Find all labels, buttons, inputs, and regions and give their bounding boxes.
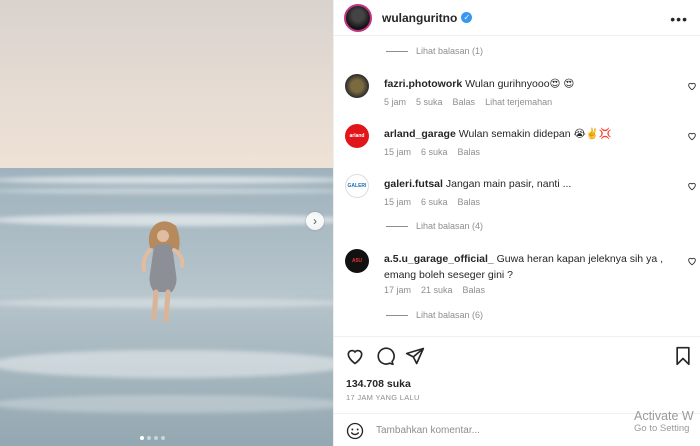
comment-username[interactable]: a.5.u_garage_official_ xyxy=(384,253,494,265)
carousel-dot xyxy=(140,436,144,440)
post-actions xyxy=(345,346,695,366)
avatar[interactable] xyxy=(344,3,372,32)
bookmark-icon[interactable] xyxy=(673,346,693,366)
carousel-dot xyxy=(161,436,165,440)
comment-username[interactable]: fazri.photowork xyxy=(384,78,462,90)
comment-text: fazri.photowork Wulan gurihnyooo😍 😍 xyxy=(384,76,664,92)
comment-meta: 15 jam 6 suka Balas xyxy=(384,147,480,157)
carousel-dot xyxy=(154,436,158,440)
comment-meta: 15 jam 6 suka Balas xyxy=(384,197,480,207)
comment-username[interactable]: galeri.futsal xyxy=(384,178,443,190)
comment-body: Wulan semakin didepan 😭✌️💢 xyxy=(458,128,612,140)
watermark-subtitle: Go to Setting xyxy=(634,422,690,434)
next-photo-button[interactable]: › xyxy=(306,212,324,230)
comment-time: 15 jam xyxy=(384,197,412,207)
comment-body: Wulan gurihnyooo😍 😍 xyxy=(465,78,575,90)
carousel-dot xyxy=(147,436,151,440)
photo-sky xyxy=(0,0,333,172)
comment-username[interactable]: arland_garage xyxy=(384,128,456,140)
likes-count[interactable]: 134.708 suka xyxy=(346,378,411,390)
verified-icon: ✓ xyxy=(461,12,473,23)
post-header: wulanguritno ✓ ••• xyxy=(334,0,700,36)
comment-avatar[interactable]: arland xyxy=(345,124,369,148)
post-photo[interactable]: › xyxy=(0,0,333,446)
reply-line xyxy=(386,314,408,316)
avatar-text: arland xyxy=(349,133,365,139)
comment-time: 5 jam xyxy=(384,97,407,107)
comment-avatar[interactable] xyxy=(345,74,369,98)
emoji-icon[interactable] xyxy=(346,422,364,440)
post-username[interactable]: wulanguritno xyxy=(382,11,457,25)
reply-button[interactable]: Balas xyxy=(458,147,481,157)
carousel-dots xyxy=(140,436,165,440)
share-icon[interactable] xyxy=(405,346,425,366)
wave-foam xyxy=(0,395,333,413)
post-time: 17 JAM YANG LALU xyxy=(346,393,420,402)
post-side-panel: wulanguritno ✓ ••• Lihat balasan (1) faz… xyxy=(333,0,700,446)
chevron-right-icon: › xyxy=(313,214,317,228)
comment-meta: 17 jam 21 suka Balas xyxy=(384,285,485,295)
reply-line xyxy=(386,225,408,227)
wave-foam xyxy=(0,176,333,184)
reply-button[interactable]: Balas xyxy=(458,197,481,207)
wave-foam xyxy=(0,350,333,378)
view-replies-link[interactable]: Lihat balasan (4) xyxy=(386,221,483,231)
view-replies-label: Lihat balasan (1) xyxy=(416,46,484,56)
wave-foam xyxy=(0,188,333,194)
translate-button[interactable]: Lihat terjemahan xyxy=(485,97,552,107)
view-replies-link[interactable]: Lihat balasan (1) xyxy=(386,46,483,56)
comment-likes[interactable]: 5 suka xyxy=(416,97,443,107)
comment-avatar[interactable]: A5U xyxy=(345,249,369,273)
comment-likes[interactable]: 21 suka xyxy=(421,285,453,295)
avatar-text: A5U xyxy=(351,258,362,264)
comment-meta: 5 jam 5 suka Balas Lihat terjemahan xyxy=(384,97,552,107)
heart-icon[interactable] xyxy=(687,131,697,141)
comment-text: a.5.u_garage_official_ Guwa heran kapan … xyxy=(384,251,664,283)
view-replies-label: Lihat balasan (6) xyxy=(416,310,484,320)
comment-likes[interactable]: 6 suka xyxy=(421,197,448,207)
divider xyxy=(334,336,700,337)
reply-button[interactable]: Balas xyxy=(453,97,476,107)
heart-icon[interactable] xyxy=(687,181,697,191)
comment-text: arland_garage Wulan semakin didepan 😭✌️💢 xyxy=(384,126,664,142)
comment-text: galeri.futsal Jangan main pasir, nanti .… xyxy=(384,176,664,192)
comment-body: Jangan main pasir, nanti ... xyxy=(445,178,572,190)
heart-icon[interactable] xyxy=(345,346,365,366)
heart-icon[interactable] xyxy=(687,256,697,266)
reply-button[interactable]: Balas xyxy=(463,285,486,295)
comment-avatar[interactable]: GALERI xyxy=(345,174,369,198)
view-replies-label: Lihat balasan (4) xyxy=(416,221,484,231)
more-icon[interactable]: ••• xyxy=(670,11,688,27)
view-replies-link[interactable]: Lihat balasan (6) xyxy=(386,310,483,320)
comment-icon[interactable] xyxy=(375,346,395,366)
activation-watermark: Activate W Go to Setting xyxy=(634,409,694,434)
avatar-text: GALERI xyxy=(347,183,367,189)
comment-time: 17 jam xyxy=(384,285,412,295)
watermark-title: Activate W xyxy=(634,409,694,423)
woman-figure xyxy=(141,221,185,323)
comment-likes[interactable]: 6 suka xyxy=(421,147,448,157)
heart-icon[interactable] xyxy=(687,81,697,91)
comment-input[interactable]: Tambahkan komentar... xyxy=(376,425,480,436)
comment-time: 15 jam xyxy=(384,147,412,157)
reply-line xyxy=(386,50,408,52)
